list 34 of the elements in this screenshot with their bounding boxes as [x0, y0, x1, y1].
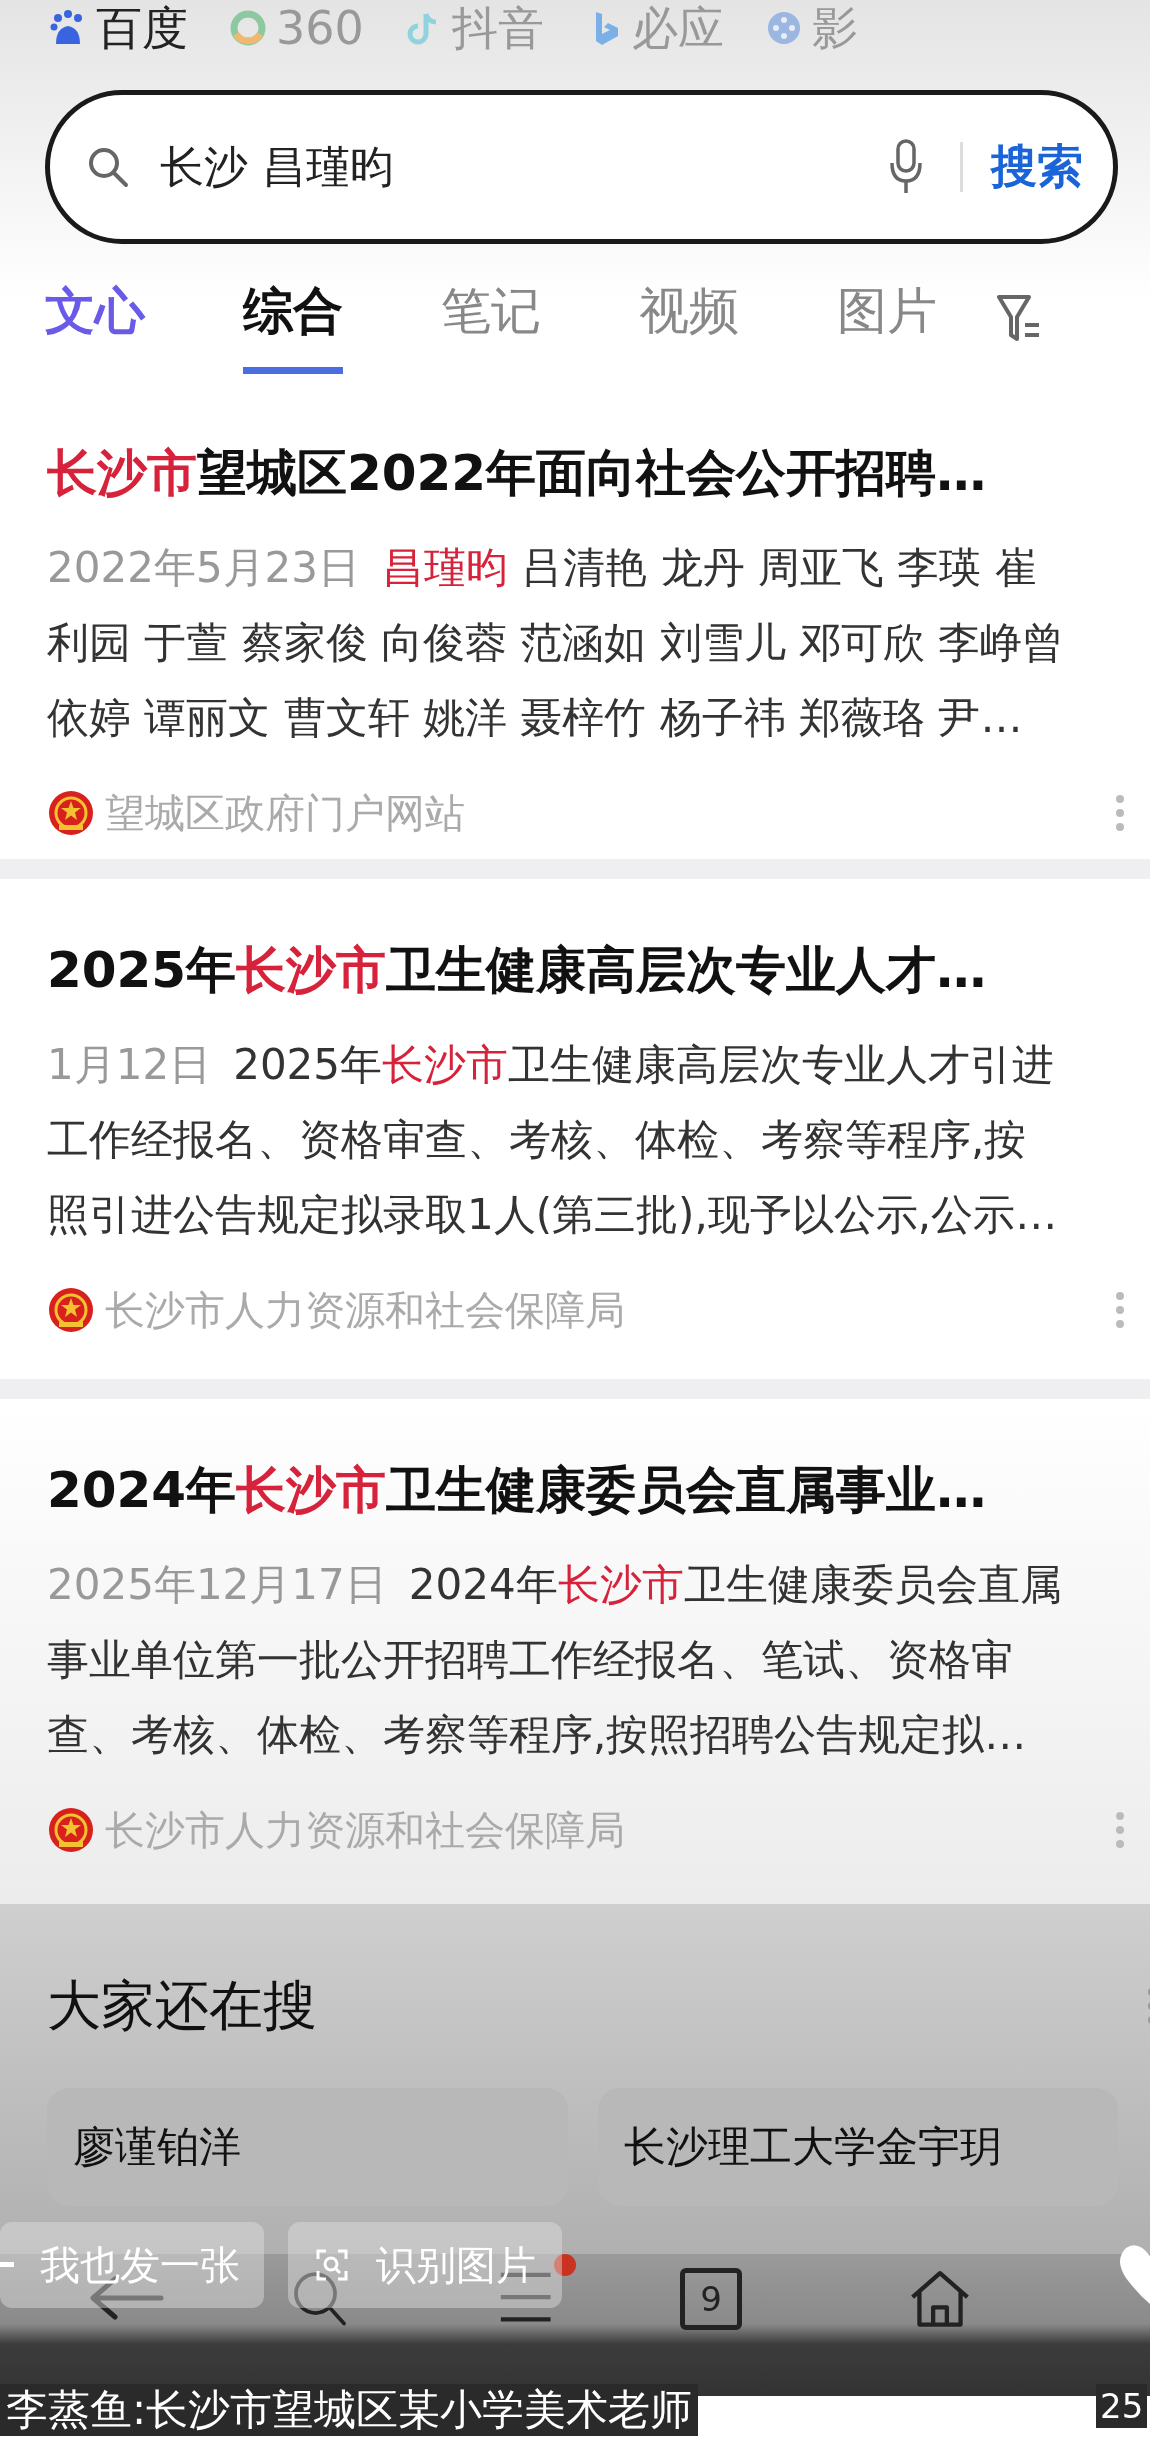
more-icon — [1114, 793, 1126, 833]
snippet-text: 2025年12月17日 2024年长沙市卫生健康委员会直属事业单位第一批公开招聘工作经报名、笔试、资格审查、考核、体检、考察等程序,按照招聘公告规定拟… — [47, 1559, 1063, 1761]
result-title[interactable]: 2024年长沙市卫生健康委员会直属事业… — [47, 1455, 1106, 1525]
dash-icon — [0, 2262, 14, 2268]
search-button[interactable]: 搜索 — [991, 136, 1083, 198]
tab-count[interactable]: 9 — [680, 2268, 742, 2330]
source-name: 望城区政府门户网站 — [105, 788, 466, 838]
tab[interactable]: 视频 — [639, 264, 739, 374]
more-icon — [1114, 1810, 1126, 1850]
result-title[interactable]: 2025年长沙市卫生健康高层次专业人才… — [47, 935, 1106, 1005]
snippet-text: 1月12日 2025年长沙市卫生健康高层次专业人才引进工作经报名、资格审查、考核、体检、考察等程序,按照引进公告规定拟录取1人(第三批),现予以公示,公示… — [47, 1039, 1059, 1241]
tab[interactable]: 图片 — [837, 264, 937, 374]
source-name: 长沙市人力资源和社会保障局 — [105, 1285, 626, 1335]
suggestion-chip[interactable]: 廖谨铂洋 — [47, 2088, 568, 2206]
tab[interactable]: 文心 — [45, 264, 145, 374]
result-title[interactable]: 长沙市望城区2022年面向社会公开招聘… — [47, 438, 1106, 508]
microphone-icon — [888, 139, 924, 195]
tab[interactable]: 综合 — [243, 264, 343, 374]
suggestion-chip[interactable]: 长沙理工大学金宇玥 — [597, 2088, 1118, 2206]
ring-icon — [228, 8, 268, 48]
emblem-icon — [47, 1286, 95, 1334]
tab[interactable]: 笔记 — [441, 264, 541, 374]
like-count: 25 — [1096, 2384, 1148, 2428]
search-field[interactable]: 长沙 昌瑾昀 — [158, 140, 888, 194]
scan-icon — [314, 2247, 350, 2283]
emblem-icon — [47, 789, 95, 837]
search-icon — [86, 145, 130, 189]
engine-link[interactable]: 百度 — [48, 0, 188, 56]
section-title: 大家还在搜 — [47, 1974, 317, 2038]
emblem-icon — [47, 1806, 95, 1854]
more-icon — [1114, 1290, 1126, 1330]
snippet-text: 2022年5月23日 昌瑾昀 吕清艳 龙丹 周亚飞 李瑛 崔利园 于萱 蔡家俊 向俊蓉 范涵如 刘雪儿 邓可欣 李峥曾依婷 谭丽文 曹文轩 姚洋 聂梓竹 杨子祎 郑薇珞 尹… — [47, 542, 1066, 744]
caption-text: 李蒸鱼:长沙市望城区某小学美术老师 — [0, 2384, 699, 2436]
source-name: 长沙市人力资源和社会保障局 — [105, 1805, 626, 1855]
